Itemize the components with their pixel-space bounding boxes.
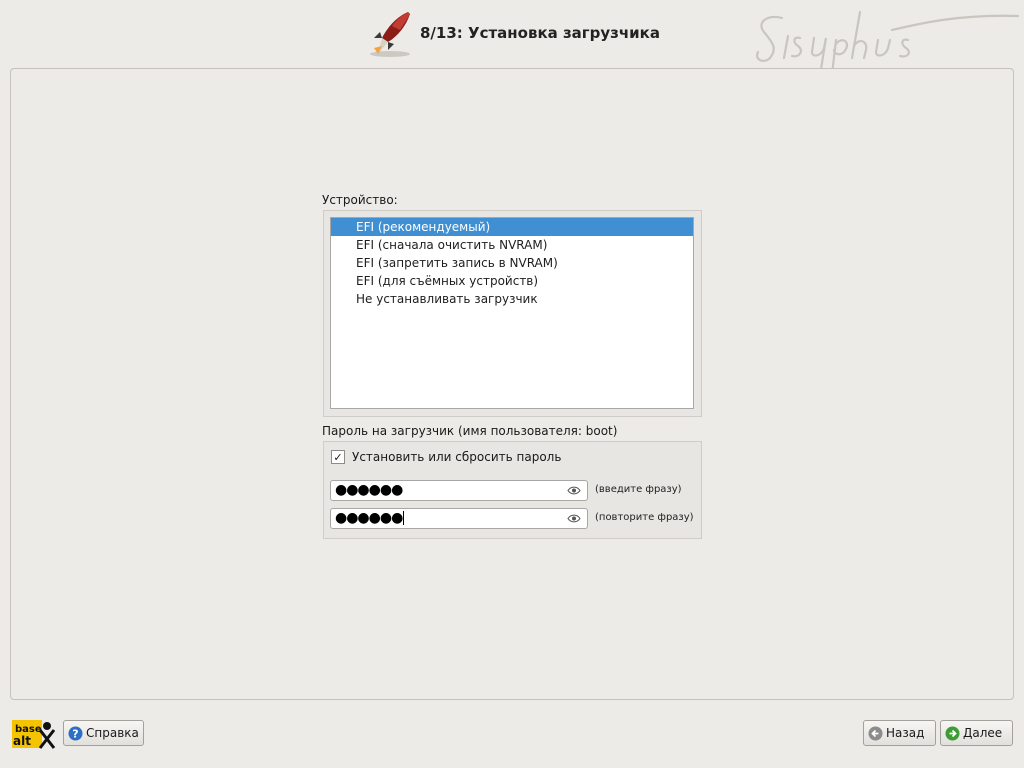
page-title: 8/13: Установка загрузчика	[420, 24, 660, 42]
next-button-label: Далее	[963, 726, 1003, 740]
set-password-checkbox[interactable]: ✓	[331, 450, 345, 464]
next-arrow-icon	[945, 726, 960, 740]
header: 8/13: Установка загрузчика	[0, 0, 1024, 95]
back-arrow-icon	[868, 726, 883, 740]
device-item[interactable]: Не устанавливать загрузчик	[331, 290, 693, 308]
help-icon: ?	[68, 726, 83, 740]
eye-icon[interactable]	[567, 513, 581, 524]
device-item[interactable]: EFI (сначала очистить NVRAM)	[331, 236, 693, 254]
device-label: Устройство:	[322, 193, 398, 207]
back-button-label: Назад	[886, 726, 925, 740]
password-hint: (введите фразу)	[595, 484, 682, 495]
set-password-checkbox-row[interactable]: ✓ Установить или сбросить пароль	[331, 449, 561, 465]
password-confirm-hint: (повторите фразу)	[595, 512, 694, 523]
password-dots: ●●●●●●	[335, 482, 403, 498]
eye-icon[interactable]	[567, 485, 581, 496]
svg-text:?: ?	[72, 727, 78, 740]
help-button-label: Справка	[86, 726, 139, 740]
set-password-checkbox-label[interactable]: Установить или сбросить пароль	[352, 450, 561, 464]
password-input[interactable]: ●●●●●●	[330, 480, 588, 501]
basealt-logo: base alt	[12, 720, 56, 749]
password-section-label: Пароль на загрузчик (имя пользователя: b…	[322, 424, 618, 438]
svg-text:alt: alt	[13, 734, 31, 748]
device-list[interactable]: EFI (рекомендуемый) EFI (сначала очистит…	[330, 217, 694, 409]
device-item[interactable]: EFI (для съёмных устройств)	[331, 272, 693, 290]
password-confirm-dots: ●●●●●●	[335, 510, 405, 526]
rocket-icon	[370, 12, 410, 57]
device-item[interactable]: EFI (рекомендуемый)	[331, 218, 693, 236]
back-button[interactable]: Назад	[863, 720, 936, 746]
device-item[interactable]: EFI (запретить запись в NVRAM)	[331, 254, 693, 272]
help-button[interactable]: ? Справка	[63, 720, 144, 746]
text-cursor	[403, 511, 405, 525]
password-confirm-input[interactable]: ●●●●●●	[330, 508, 588, 529]
next-button[interactable]: Далее	[940, 720, 1013, 746]
